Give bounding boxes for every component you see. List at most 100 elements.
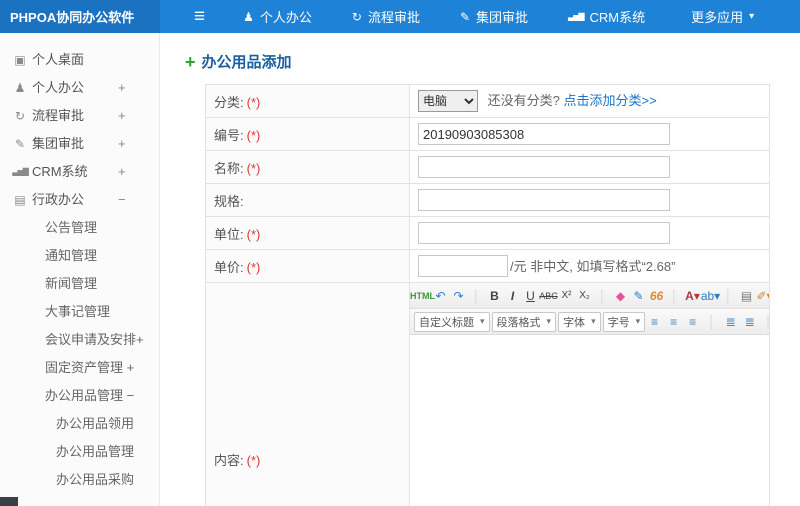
custom-title-dropdown[interactable]: 自定义标题 ▾ bbox=[414, 311, 490, 332]
sidebar-item-crm[interactable]: ▃▅▇ CRM系统 + bbox=[0, 158, 159, 186]
undo-button[interactable]: ↶ bbox=[432, 286, 449, 306]
chevron-down-icon: ▾ bbox=[591, 316, 596, 326]
required-mark: (*) bbox=[246, 452, 261, 468]
process-icon: ↻ bbox=[14, 109, 26, 123]
sidebar-item-fixed-assets-mgmt[interactable]: 固定资产管理 + bbox=[0, 354, 159, 382]
sidebar-item-personal-office[interactable]: ♟ 个人办公 + bbox=[0, 74, 159, 102]
topnav-item-more-apps[interactable]: 更多应用 ▾ bbox=[685, 7, 754, 26]
chevron-down-icon: ▾ bbox=[635, 316, 641, 326]
sidebar-item-label: 固定资产管理 + bbox=[45, 360, 135, 375]
font-family-dropdown[interactable]: 字体 ▾ bbox=[558, 311, 601, 332]
content-label: 内容: (*) bbox=[205, 282, 410, 506]
expander-icon: + bbox=[118, 108, 126, 123]
category-select[interactable]: 电脑 bbox=[418, 90, 478, 112]
bold-button[interactable]: B bbox=[486, 286, 503, 306]
price-input[interactable] bbox=[418, 255, 508, 277]
underline-button[interactable]: U bbox=[522, 286, 539, 306]
hamburger-menu-icon[interactable]: ≡ bbox=[194, 7, 205, 26]
name-input[interactable] bbox=[418, 156, 670, 178]
format-brush-button[interactable]: ✎ bbox=[630, 286, 647, 306]
required-mark: (*) bbox=[246, 226, 261, 242]
sidebar-item-admin-office[interactable]: ▤ 行政办公 − bbox=[0, 186, 159, 214]
topnav-item-workflow-approval[interactable]: ↻ 流程审批 bbox=[352, 7, 426, 26]
sidebar-item-office-supplies-mgmt[interactable]: 办公用品管理 − bbox=[0, 382, 159, 410]
sidebar-item-group-approval[interactable]: ✎ 集团审批 + bbox=[0, 130, 159, 158]
add-category-link[interactable]: 点击添加分类>> bbox=[563, 93, 656, 108]
strikethrough-button[interactable]: ABC bbox=[539, 286, 558, 306]
eraser-button[interactable]: ◆ bbox=[612, 286, 629, 306]
sidebar-item-notice-mgmt[interactable]: 通知管理 bbox=[0, 242, 159, 270]
unordered-list-button[interactable]: ≣ bbox=[722, 312, 739, 332]
pen-color-button[interactable]: ✐▾ bbox=[756, 286, 769, 306]
sidebar-item-label: 办公用品采购 bbox=[56, 472, 135, 487]
process-icon: ↻ bbox=[351, 9, 362, 24]
expander-icon: + bbox=[118, 164, 126, 179]
topnav-item-label: 个人办公 bbox=[259, 10, 312, 25]
redo-button[interactable]: ↷ bbox=[450, 286, 467, 306]
italic-button[interactable]: I bbox=[504, 286, 521, 306]
code-input[interactable] bbox=[418, 123, 670, 145]
font-color-button[interactable]: A▾ bbox=[684, 286, 701, 306]
required-mark: (*) bbox=[246, 127, 261, 143]
align-center-button[interactable]: ≡ bbox=[665, 312, 682, 332]
form-row-code: 编号: (*) bbox=[205, 117, 770, 151]
editor-toolbar-row2: 自定义标题 ▾ 段落格式 ▾ 字体 ▾ 字号 ▾ ≡ ≡ ≡ │ ≣ ≣ bbox=[410, 309, 769, 335]
required-mark: (*) bbox=[246, 160, 261, 176]
highlight-color-button[interactable]: ab▾ bbox=[701, 286, 720, 306]
table-button[interactable]: ▤ bbox=[738, 286, 755, 306]
topnav-item-group-approval[interactable]: ✎ 集团审批 bbox=[460, 7, 534, 26]
edit-icon: ✎ bbox=[459, 9, 471, 24]
font-size-dropdown[interactable]: 字号 ▾ bbox=[602, 311, 646, 332]
expander-icon: + bbox=[118, 80, 126, 95]
html-source-button[interactable]: HTML bbox=[410, 286, 435, 306]
main-content: + 办公用品添加 分类: (*) 电脑 还没有分类? 点击添加分类>> 编号: (*… bbox=[160, 33, 800, 506]
form-row-spec: 规格: bbox=[205, 183, 770, 217]
ordered-list-button[interactable]: ≣ bbox=[741, 312, 758, 332]
topnav-item-personal-office[interactable]: ♟ 个人办公 bbox=[243, 7, 318, 26]
briefcase-icon: ▤ bbox=[14, 193, 26, 207]
sidebar-item-label: 个人桌面 bbox=[32, 52, 85, 67]
sidebar-item-label: 办公用品管理 bbox=[56, 444, 135, 459]
topnav: ♟ 个人办公 ↻ 流程审批 ✎ 集团审批 ▃▅▇ CRM系统 更多应用 ▾ bbox=[243, 7, 754, 26]
topnav-item-crm[interactable]: ▃▅▇ CRM系统 bbox=[568, 7, 651, 26]
app-logo[interactable]: PHPOA协同办公软件 bbox=[0, 0, 160, 33]
subscript-button[interactable]: X₂ bbox=[576, 286, 593, 306]
sidebar-item-announcement-mgmt[interactable]: 公告管理 bbox=[0, 214, 159, 242]
sidebar-item-supplies-requisition[interactable]: 办公用品领用 bbox=[0, 410, 159, 438]
desktop-icon: ▣ bbox=[14, 53, 26, 67]
topbar: PHPOA协同办公软件 ≡ ♟ 个人办公 ↻ 流程审批 ✎ 集团审批 ▃▅▇ C… bbox=[0, 0, 800, 33]
form-row-name: 名称: (*) bbox=[205, 150, 770, 184]
expander-icon: − bbox=[118, 192, 126, 207]
sidebar-item-label: 会议申请及安排+ bbox=[45, 332, 144, 347]
edit-icon: ✎ bbox=[14, 137, 26, 151]
unit-input[interactable] bbox=[418, 222, 670, 244]
form-row-category: 分类: (*) 电脑 还没有分类? 点击添加分类>> bbox=[205, 84, 770, 118]
code-label: 编号: (*) bbox=[205, 117, 410, 151]
align-left-button[interactable]: ≡ bbox=[646, 312, 663, 332]
sidebar-item-label: 流程审批 bbox=[32, 108, 85, 123]
align-right-button[interactable]: ≡ bbox=[684, 312, 701, 332]
chevron-down-icon: ▾ bbox=[546, 316, 552, 326]
sidebar-item-supplies-management[interactable]: 办公用品管理 bbox=[0, 438, 159, 466]
paragraph-format-dropdown[interactable]: 段落格式 ▾ bbox=[491, 311, 557, 332]
unit-label: 单位: (*) bbox=[205, 216, 410, 250]
page-title: + 办公用品添加 bbox=[185, 51, 800, 72]
topnav-item-label: 流程审批 bbox=[367, 10, 420, 25]
editor-content-area[interactable] bbox=[410, 335, 769, 506]
blockquote-button[interactable]: 66 bbox=[648, 286, 665, 306]
sidebar-item-supplies-purchase[interactable]: 办公用品采购 bbox=[0, 466, 159, 494]
sidebar-item-meeting-mgmt[interactable]: 会议申请及安排+ bbox=[0, 326, 159, 354]
chevron-down-icon: ▾ bbox=[480, 316, 485, 326]
superscript-button[interactable]: X² bbox=[558, 286, 575, 306]
form-row-content: 内容: (*) HTML ↶ ↷ │ B I U ABC X² X₂ │ ◆ ✎… bbox=[205, 282, 770, 506]
sidebar-item-news-mgmt[interactable]: 新闻管理 bbox=[0, 270, 159, 298]
page-title-text: 办公用品添加 bbox=[201, 54, 292, 71]
sidebar: ▣ 个人桌面 ♟ 个人办公 + ↻ 流程审批 + ✎ 集团审批 + ▃▅▇ CR… bbox=[0, 33, 160, 506]
name-label: 名称: (*) bbox=[205, 150, 410, 184]
sidebar-item-workflow-approval[interactable]: ↻ 流程审批 + bbox=[0, 102, 159, 130]
sidebar-item-events-mgmt[interactable]: 大事记管理 bbox=[0, 298, 159, 326]
sidebar-item-label: 个人办公 bbox=[32, 80, 85, 95]
sidebar-item-desktop[interactable]: ▣ 个人桌面 bbox=[0, 46, 159, 74]
form-row-price: 单价: (*) /元 非中文, 如填写格式“2.68” bbox=[205, 249, 770, 283]
spec-input[interactable] bbox=[418, 189, 670, 211]
